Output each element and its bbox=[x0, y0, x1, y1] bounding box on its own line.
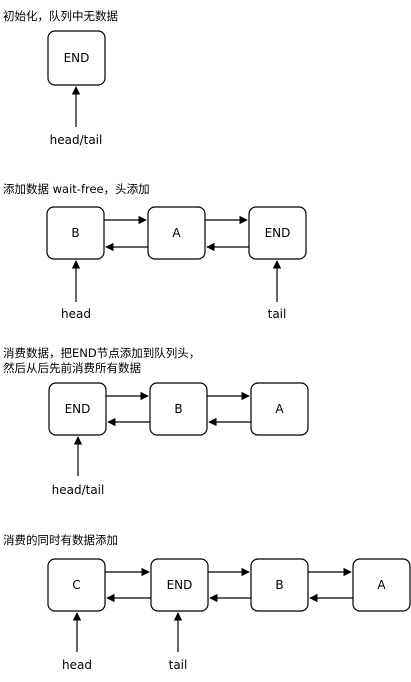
node-end-label: END bbox=[65, 402, 91, 416]
caption-init: 初始化，队列中无数据 bbox=[3, 9, 118, 23]
node-a-label: A bbox=[275, 402, 284, 416]
section-consume: 消费数据，把END节点添加到队列头， 然后从后先前消费所有数据 END B A … bbox=[3, 346, 309, 497]
pointer-label-head-tail: head/tail bbox=[52, 483, 105, 497]
node-end-label: END bbox=[167, 578, 193, 592]
caption-consume-while-adding: 消费的同时有数据添加 bbox=[3, 533, 118, 547]
node-a-label: A bbox=[377, 578, 386, 592]
caption-consume-line1: 消费数据，把END节点添加到队列头， bbox=[3, 346, 200, 360]
node-b-label: B bbox=[174, 402, 182, 416]
section-add: 添加数据 wait-free，头添加 B A END head tail bbox=[3, 182, 307, 321]
caption-consume-line2: 然后从后先前消费所有数据 bbox=[3, 361, 141, 375]
node-end-label: END bbox=[265, 226, 291, 240]
caption-add: 添加数据 wait-free，头添加 bbox=[3, 182, 150, 196]
pointer-label-head-tail: head/tail bbox=[50, 133, 103, 147]
pointer-label-head: head bbox=[61, 307, 91, 321]
node-a-label: A bbox=[172, 226, 181, 240]
node-b-label: B bbox=[275, 578, 283, 592]
linked-queue-diagram: 初始化，队列中无数据 END head/tail 添加数据 wait-free，… bbox=[3, 9, 411, 672]
node-end-label: END bbox=[64, 51, 90, 65]
pointer-label-tail: tail bbox=[268, 307, 287, 321]
section-init: 初始化，队列中无数据 END head/tail bbox=[3, 9, 118, 147]
section-consume-while-adding: 消费的同时有数据添加 C END B A head tail bbox=[3, 533, 411, 672]
pointer-label-head: head bbox=[62, 658, 92, 672]
pointer-label-tail: tail bbox=[169, 658, 188, 672]
node-b-label: B bbox=[71, 226, 79, 240]
node-c-label: C bbox=[72, 578, 80, 592]
